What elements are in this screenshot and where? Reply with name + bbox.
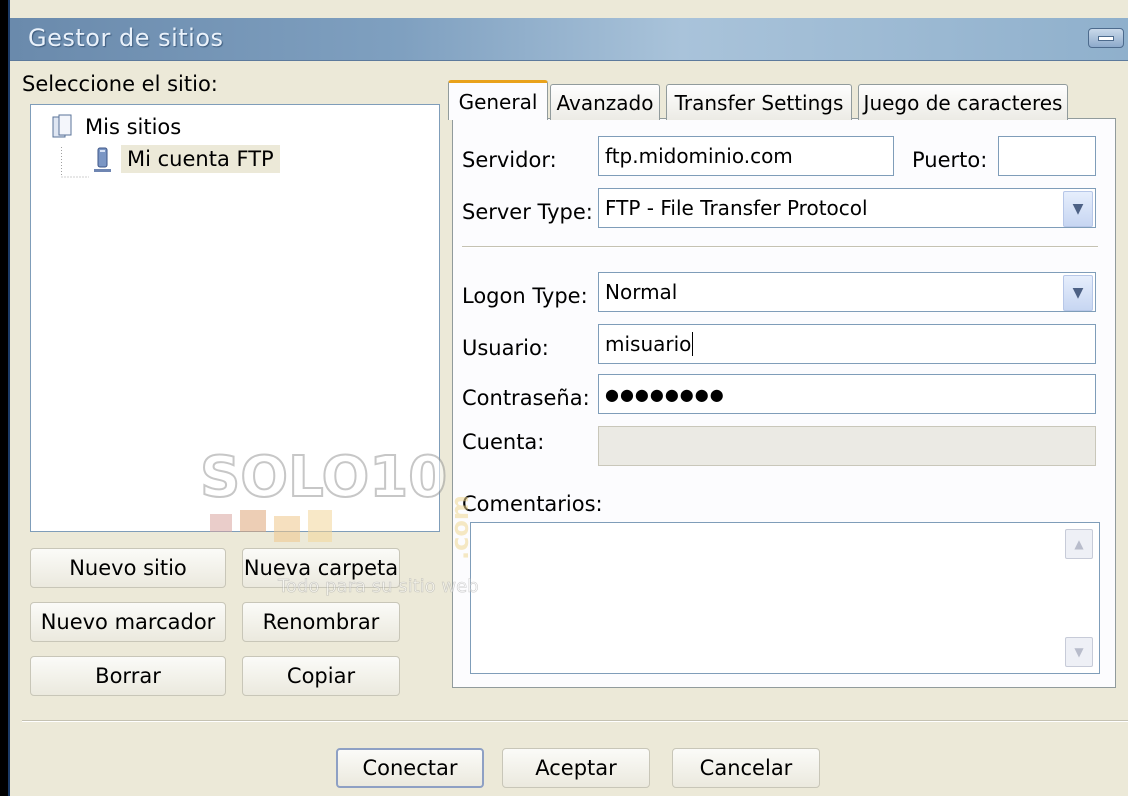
cancel-button[interactable]: Cancelar [672,748,820,788]
tree-connector-lines [61,147,89,178]
minimize-icon[interactable] [1088,28,1124,48]
watermark-tagline: Todo para su sitio web [277,576,479,597]
new-bookmark-button[interactable]: Nuevo marcador [30,602,226,642]
folder-icon [52,114,72,138]
user-input[interactable]: misuario [598,324,1096,364]
accept-button[interactable]: Aceptar [502,748,650,788]
tab-juego-de-caracteres[interactable]: Juego de caracteres [858,84,1068,120]
server-type-label: Server Type: [462,200,593,224]
server-input[interactable]: ftp.midominio.com [598,136,894,176]
copy-button[interactable]: Copiar [242,656,400,696]
watermark-logo: SOLO10 .com Todo para su sitio web [200,444,479,597]
footer-divider [22,720,1128,722]
comments-textarea[interactable]: ▲ ▼ [470,522,1100,674]
window-title: Gestor de sitios [28,24,224,52]
server-type-select[interactable]: FTP - File Transfer Protocol ▼ [598,188,1096,228]
scroll-up-icon[interactable]: ▲ [1065,529,1093,559]
new-site-button[interactable]: Nuevo sitio [30,548,226,588]
server-label: Servidor: [462,148,557,172]
watermark-brand: SOLO10 [200,445,447,510]
port-label: Puerto: [912,148,988,172]
user-value: misuario [605,332,692,356]
delete-button[interactable]: Borrar [30,656,226,696]
port-input[interactable] [998,136,1096,176]
scroll-down-icon[interactable]: ▼ [1065,637,1093,667]
connect-button[interactable]: Conectar [336,748,484,788]
tab-transfer-settings[interactable]: Transfer Settings [666,84,852,120]
server-type-value: FTP - File Transfer Protocol [605,196,868,220]
divider [462,246,1098,248]
select-site-label: Seleccione el sitio: [22,72,218,96]
server-icon [94,147,111,172]
logon-type-select[interactable]: Normal ▼ [598,272,1096,312]
tree-item-label: Mi cuenta FTP [121,145,280,173]
chevron-down-icon[interactable]: ▼ [1063,191,1093,227]
chevron-down-icon[interactable]: ▼ [1063,275,1093,311]
site-manager-window: Gestor de sitios Seleccione el sitio: Mi… [8,0,1128,796]
logon-type-value: Normal [605,280,678,304]
tab-general[interactable]: General [448,80,548,120]
tree-item-label: Mis sitios [85,115,182,139]
account-input [598,426,1096,466]
password-label: Contraseña: [462,386,590,410]
password-input[interactable]: ●●●●●●●● [598,374,1096,414]
user-label: Usuario: [462,336,549,360]
text-cursor [692,332,694,356]
tab-avanzado[interactable]: Avanzado [550,84,660,120]
title-bar[interactable]: Gestor de sitios [10,18,1128,61]
watermark-dotcom: .com [446,495,474,560]
logon-type-label: Logon Type: [462,284,588,308]
